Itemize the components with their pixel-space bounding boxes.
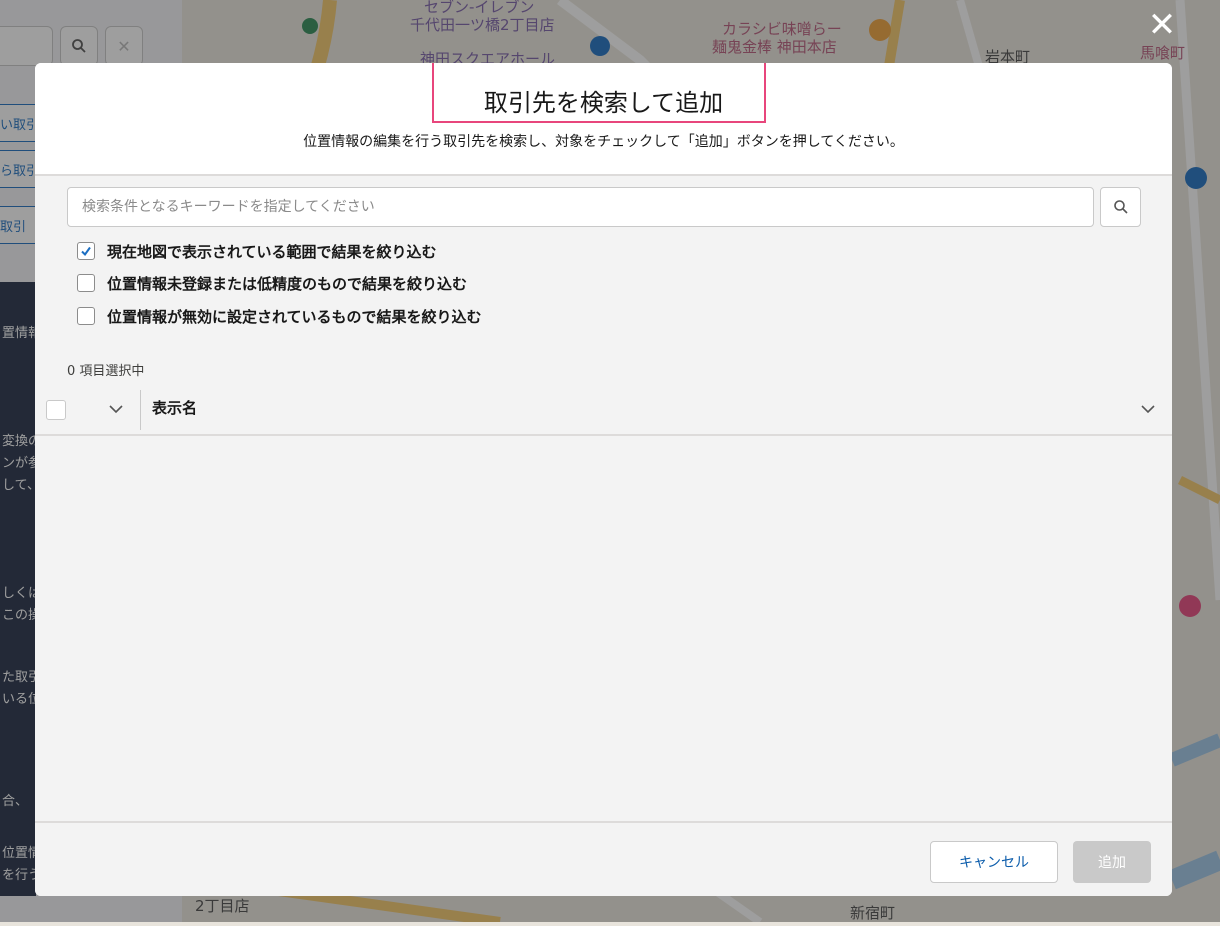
chevron-down-icon[interactable] (107, 400, 125, 418)
cancel-button[interactable]: キャンセル (930, 841, 1058, 883)
modal-footer: キャンセル 追加 (35, 821, 1172, 896)
chevron-down-icon[interactable] (1139, 400, 1157, 418)
filter-label: 位置情報未登録または低精度のもので結果を絞り込む (107, 274, 468, 293)
search-icon (1113, 200, 1128, 214)
search-button[interactable] (1100, 187, 1141, 227)
filter-checkbox[interactable] (77, 242, 95, 260)
keyword-search-input[interactable] (67, 187, 1094, 227)
filter-label: 位置情報が無効に設定されているもので結果を絞り込む (107, 307, 482, 326)
modal-header: 取引先を検索して追加 位置情報の編集を行う取引先を検索し、対象をチェックして「追… (35, 63, 1172, 176)
filter-checkbox[interactable] (77, 274, 95, 292)
modal-subtitle: 位置情報の編集を行う取引先を検索し、対象をチェックして「追加」ボタンを押してくだ… (303, 134, 904, 150)
selected-count-text: 0 項目選択中 (67, 364, 145, 379)
filter-checkbox[interactable] (77, 307, 95, 325)
filter-invalid-location[interactable]: 位置情報が無効に設定されているもので結果を絞り込む (77, 305, 482, 327)
checkmark-icon (81, 246, 91, 257)
results-table-header: 表示名 (35, 384, 1172, 436)
modal-body: 現在地図で表示されている範囲で結果を絞り込む 位置情報未登録または低精度のもので… (35, 176, 1172, 821)
modal-close-button[interactable]: ✕ (1146, 8, 1178, 42)
column-divider (140, 390, 141, 430)
select-all-checkbox[interactable] (46, 400, 66, 420)
title-highlight-box (432, 63, 766, 123)
filter-unregistered-low-accuracy[interactable]: 位置情報未登録または低精度のもので結果を絞り込む (77, 272, 467, 294)
filter-current-map-range[interactable]: 現在地図で表示されている範囲で結果を絞り込む (77, 240, 437, 262)
search-add-modal: 取引先を検索して追加 位置情報の編集を行う取引先を検索し、対象をチェックして「追… (35, 63, 1172, 896)
column-header-display-name[interactable]: 表示名 (152, 397, 197, 418)
close-icon: ✕ (1147, 5, 1177, 45)
add-button[interactable]: 追加 (1073, 841, 1151, 883)
filter-label: 現在地図で表示されている範囲で結果を絞り込む (107, 242, 437, 261)
